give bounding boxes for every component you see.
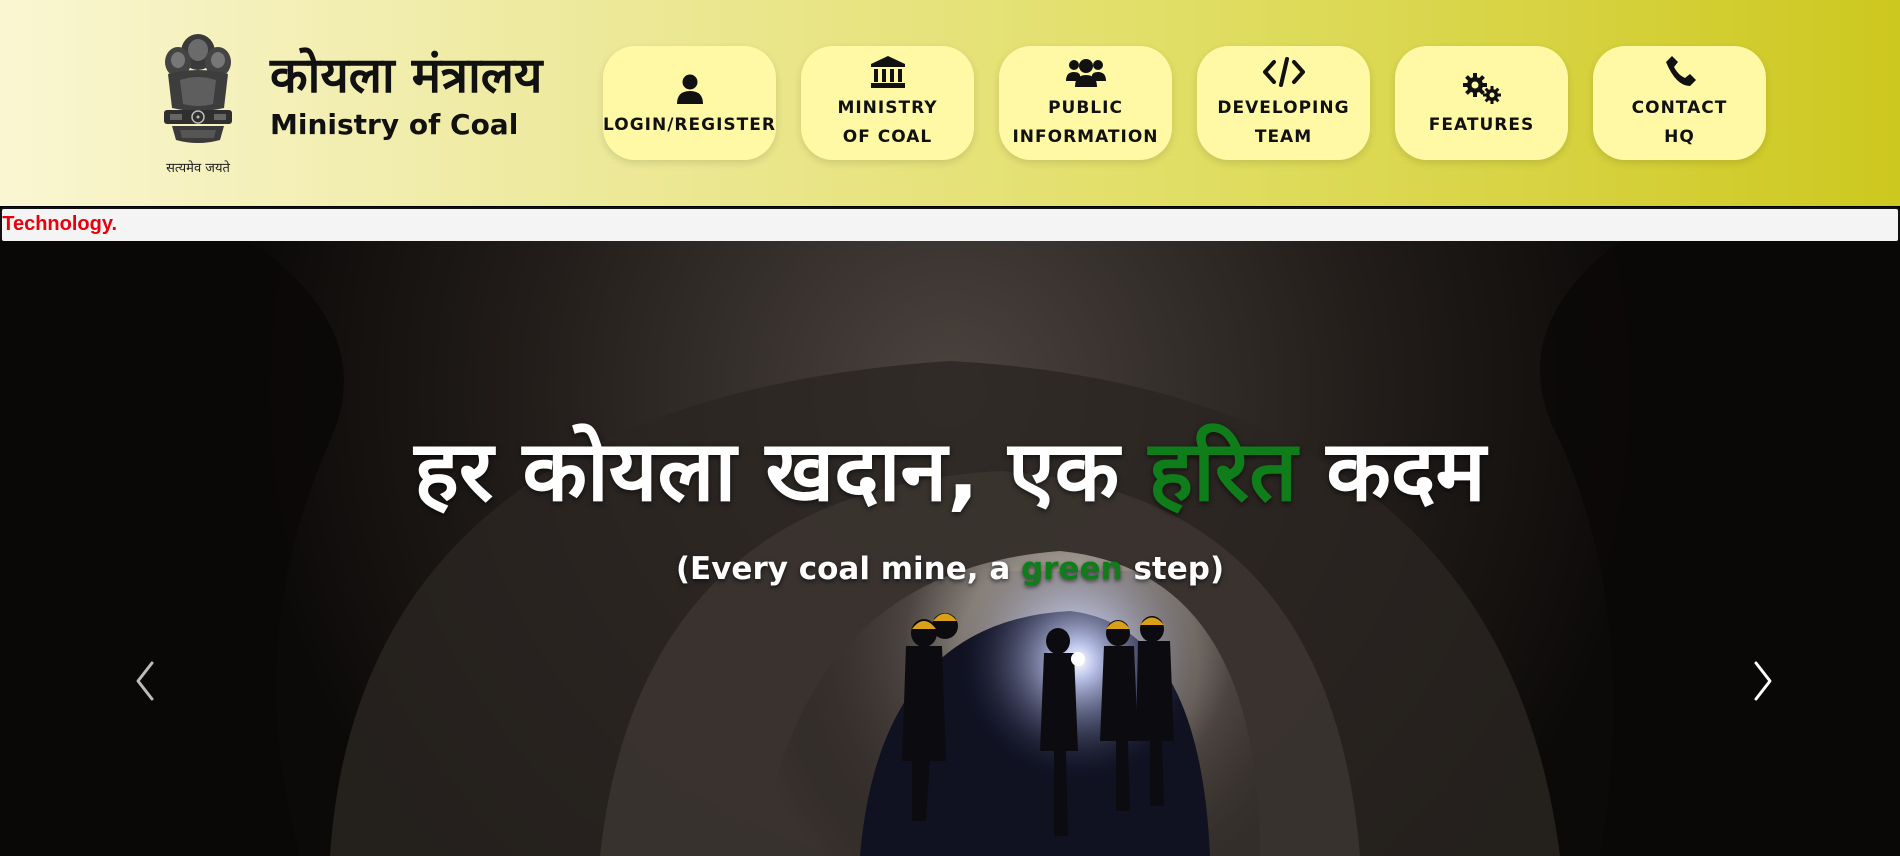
emblem-motto: सत्यमेव जयते	[166, 161, 230, 176]
carousel-prev-button[interactable]	[124, 651, 164, 711]
developing-team-button[interactable]: DEVELOPING TEAM	[1197, 46, 1370, 160]
national-emblem-logo[interactable]: सत्यमेव जयते	[150, 30, 246, 180]
main-nav: LOGIN/REGISTER MINISTRY OF COAL PUBLIC I…	[603, 46, 1766, 160]
hero-title-green-word: हरित	[1148, 422, 1298, 520]
public-information-label: PUBLIC INFORMATION	[1012, 98, 1159, 147]
code-icon	[1262, 54, 1305, 90]
hero-subtitle-part2: step)	[1122, 551, 1225, 587]
ministry-of-coal-button[interactable]: MINISTRY OF COAL	[801, 46, 974, 160]
hero-carousel: हर कोयला खदान, एक हरित कदम (Every coal m…	[0, 241, 1900, 856]
ticker-text: f Technology.	[0, 213, 118, 235]
gears-icon	[1462, 67, 1502, 111]
news-ticker[interactable]: f Technology.	[0, 207, 1900, 243]
ministry-of-coal-label: MINISTRY OF COAL	[837, 98, 938, 147]
carousel-next-button[interactable]	[1744, 651, 1784, 711]
features-button[interactable]: FEATURES	[1395, 46, 1568, 160]
users-icon	[1065, 54, 1106, 90]
brand-title-hindi[interactable]: कोयला मंत्रालय	[270, 48, 542, 104]
hero-subtitle-green-word: green	[1021, 551, 1123, 587]
chevron-left-icon	[136, 661, 154, 701]
login-register-button[interactable]: LOGIN/REGISTER	[603, 46, 776, 160]
contact-hq-label: CONTACT HQ	[1631, 98, 1728, 147]
hero-title-part2: कदम	[1297, 422, 1486, 520]
login-register-label: LOGIN/REGISTER	[603, 114, 776, 135]
phone-icon	[1664, 54, 1696, 90]
contact-hq-button[interactable]: CONTACT HQ	[1593, 46, 1766, 160]
lion-capital-icon	[164, 34, 232, 143]
building-columns-icon	[870, 54, 905, 90]
features-label: FEATURES	[1428, 114, 1535, 135]
hero-title: हर कोयला खदान, एक हरित कदम	[0, 421, 1900, 521]
hero-subtitle-part1: (Every coal mine, a	[675, 551, 1022, 587]
site-header: सत्यमेव जयते कोयला मंत्रालय Ministry of …	[0, 0, 1900, 206]
user-icon	[676, 67, 703, 111]
hero-title-part1: हर कोयला खदान, एक	[414, 422, 1149, 520]
hero-subtitle: (Every coal mine, a green step)	[0, 549, 1900, 589]
public-information-button[interactable]: PUBLIC INFORMATION	[999, 46, 1172, 160]
chevron-right-icon	[1754, 661, 1772, 701]
developing-team-label: DEVELOPING TEAM	[1217, 98, 1350, 147]
brand-title-english[interactable]: Ministry of Coal	[270, 108, 518, 142]
